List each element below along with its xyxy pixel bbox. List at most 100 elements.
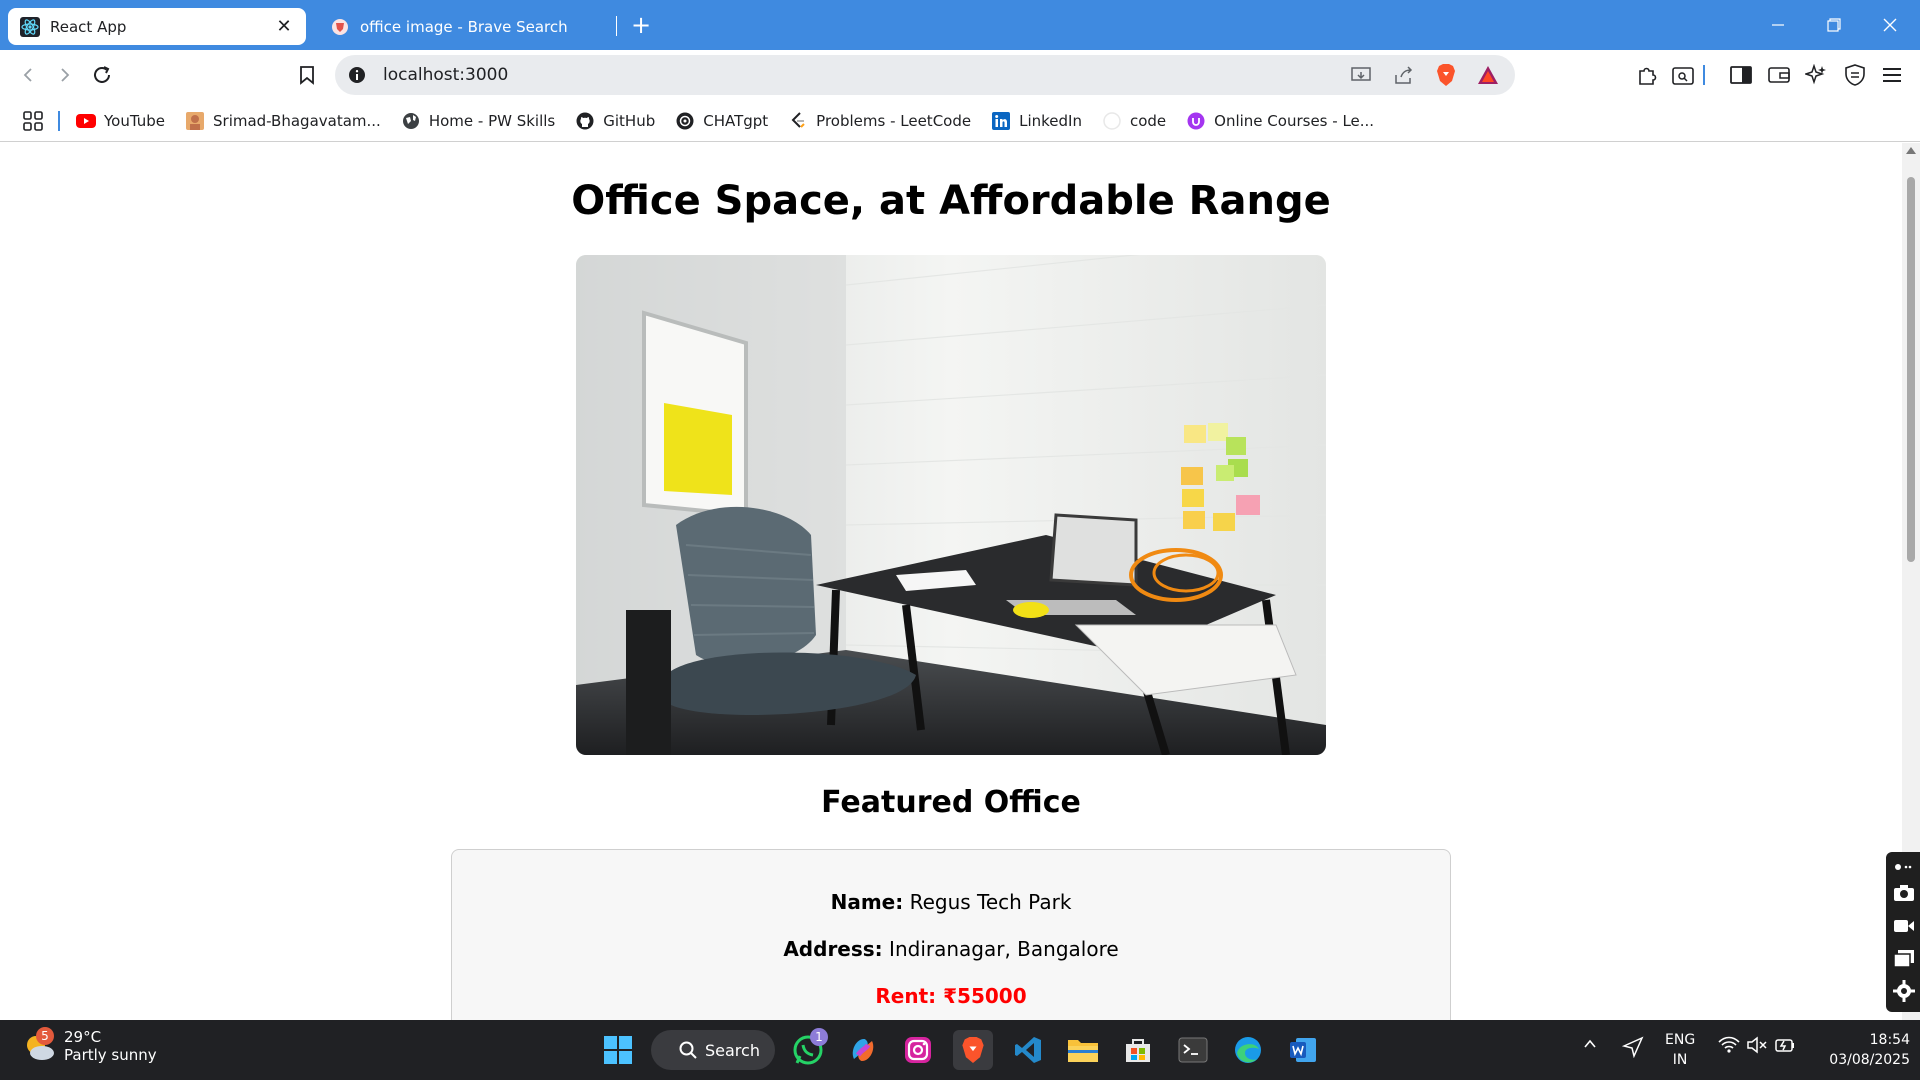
brave-browser-icon[interactable] (953, 1030, 993, 1070)
new-tab-button[interactable]: + (628, 11, 654, 39)
bookmark-code[interactable]: code (1102, 111, 1166, 131)
weather-temp: 29°C (64, 1028, 102, 1046)
video-record-icon[interactable] (1893, 915, 1915, 937)
youtube-icon (76, 111, 96, 131)
address-label: Address: (783, 937, 883, 961)
search-icon (679, 1041, 697, 1059)
wifi-icon[interactable] (1718, 1036, 1740, 1054)
settings-gear-icon[interactable] (1893, 980, 1915, 1002)
office-rent: ₹55000 (943, 984, 1027, 1008)
vpn-shield-icon[interactable] (1840, 60, 1870, 90)
tab-title: office image - Brave Search (360, 17, 568, 36)
office-address-row: Address: Indiranagar, Bangalore (452, 937, 1450, 961)
camera-icon[interactable] (1893, 882, 1915, 904)
share-icon[interactable] (1389, 60, 1419, 90)
office-image (576, 255, 1326, 755)
taskbar-search-button[interactable]: Search (651, 1030, 775, 1070)
page-title: Office Space, at Affordable Range (571, 178, 1331, 224)
github-icon (575, 111, 595, 131)
vscode-icon[interactable] (1008, 1030, 1048, 1070)
pin-icon[interactable] (1893, 856, 1915, 878)
bookmark-label: Home - PW Skills (428, 111, 556, 130)
weather-badge: 5 (36, 1027, 54, 1045)
bookmark-label: code (1129, 111, 1167, 130)
windows-icon[interactable] (1893, 948, 1915, 970)
weather-widget[interactable]: 5 29°C Partly sunny (22, 1027, 157, 1064)
office-address: Indiranagar, Bangalore (889, 937, 1119, 961)
reload-button[interactable] (87, 60, 117, 90)
brave-rewards-icon[interactable] (1473, 60, 1503, 90)
chevron-up-icon[interactable] (1582, 1036, 1598, 1052)
system-clock[interactable]: 18:54 03/08/2025 (1810, 1030, 1910, 1070)
close-icon[interactable]: ✕ (272, 15, 296, 39)
volume-muted-icon[interactable] (1746, 1036, 1768, 1054)
terminal-icon[interactable] (1173, 1030, 1213, 1070)
leetcode-icon (788, 111, 808, 131)
leo-ai-icon[interactable] (1801, 60, 1831, 90)
language-indicator[interactable]: ENG IN (1665, 1030, 1695, 1070)
bookmark-leetcode[interactable]: Problems - LeetCode (788, 111, 971, 131)
copilot-icon[interactable] (843, 1030, 883, 1070)
bookmark-label: YouTube (104, 111, 165, 130)
forward-button[interactable] (50, 60, 80, 90)
openai-icon (675, 111, 695, 131)
office-name-row: Name: Regus Tech Park (452, 890, 1450, 914)
bookmark-srimad-bhagavatam[interactable]: Srimad-Bhagavatam... (185, 111, 381, 131)
language-line1: ENG (1665, 1032, 1696, 1048)
close-window-button[interactable] (1870, 8, 1910, 42)
word-icon[interactable] (1283, 1030, 1323, 1070)
wallet-icon[interactable] (1764, 60, 1794, 90)
apps-grid-icon[interactable] (22, 110, 44, 132)
url-text[interactable]: localhost:3000 (383, 65, 1347, 85)
search-tabs-icon[interactable] (1668, 60, 1698, 90)
tab-brave-search[interactable]: office image - Brave Search (318, 8, 616, 45)
menu-icon[interactable] (1877, 60, 1907, 90)
rent-label: Rent: (875, 984, 937, 1008)
bookmarks-bar: YouTube Srimad-Bhagavatam... Home - PW S… (0, 100, 1920, 142)
minimize-button[interactable] (1758, 8, 1798, 42)
edge-icon[interactable] (1228, 1030, 1268, 1070)
bookmark-pw-skills[interactable]: Home - PW Skills (401, 111, 555, 131)
instagram-icon[interactable] (898, 1030, 938, 1070)
capture-toolbar (1886, 852, 1920, 1012)
extensions-icon[interactable] (1632, 60, 1662, 90)
office-card: Name: Regus Tech Park Address: Indiranag… (451, 849, 1451, 1020)
file-explorer-icon[interactable] (1063, 1030, 1103, 1070)
bookmark-icon[interactable] (292, 60, 322, 90)
site-info-icon[interactable] (347, 65, 367, 85)
battery-charging-icon[interactable] (1774, 1036, 1796, 1054)
search-label: Search (705, 1040, 760, 1060)
browser-toolbar: localhost:3000 (0, 50, 1920, 100)
bookmark-linkedin[interactable]: LinkedIn (991, 111, 1082, 131)
whatsapp-icon[interactable]: 1 (788, 1028, 828, 1070)
bookmark-online-courses[interactable]: Online Courses - Le... (1186, 111, 1374, 131)
bookmarks-divider (58, 110, 60, 131)
address-bar[interactable]: localhost:3000 (335, 55, 1515, 95)
office-name: Regus Tech Park (909, 890, 1072, 914)
sidebar-icon[interactable] (1726, 60, 1756, 90)
bookmark-chatgpt[interactable]: CHATgpt (675, 111, 768, 131)
browser-titlebar: React App ✕ office image - Brave Search … (0, 0, 1920, 50)
udemy-icon (1186, 111, 1206, 131)
office-rent-row: Rent: ₹55000 (452, 984, 1450, 1008)
bookmark-github[interactable]: GitHub (575, 111, 655, 131)
bookmark-label: LinkedIn (1019, 111, 1082, 130)
tab-react-app[interactable]: React App ✕ (8, 8, 306, 45)
bookmark-label: Problems - LeetCode (816, 111, 972, 130)
brave-shields-icon[interactable] (1431, 60, 1461, 90)
weather-condition: Partly sunny (64, 1046, 157, 1064)
install-app-icon[interactable] (1347, 60, 1377, 90)
bookmark-label: Srimad-Bhagavatam... (213, 111, 381, 130)
bookmark-label: GitHub (603, 111, 656, 130)
scroll-up-icon[interactable] (1906, 147, 1916, 154)
bookmark-label: Online Courses - Le... (1214, 111, 1375, 130)
microsoft-store-icon[interactable] (1118, 1030, 1158, 1070)
location-icon[interactable] (1622, 1036, 1644, 1058)
clock-date: 03/08/2025 (1829, 1052, 1910, 1068)
scroll-thumb[interactable] (1907, 177, 1915, 562)
name-label: Name: (830, 890, 904, 914)
back-button[interactable] (13, 60, 43, 90)
bookmark-youtube[interactable]: YouTube (76, 111, 165, 131)
windows-start-icon[interactable] (598, 1030, 638, 1070)
restore-button[interactable] (1814, 8, 1854, 42)
